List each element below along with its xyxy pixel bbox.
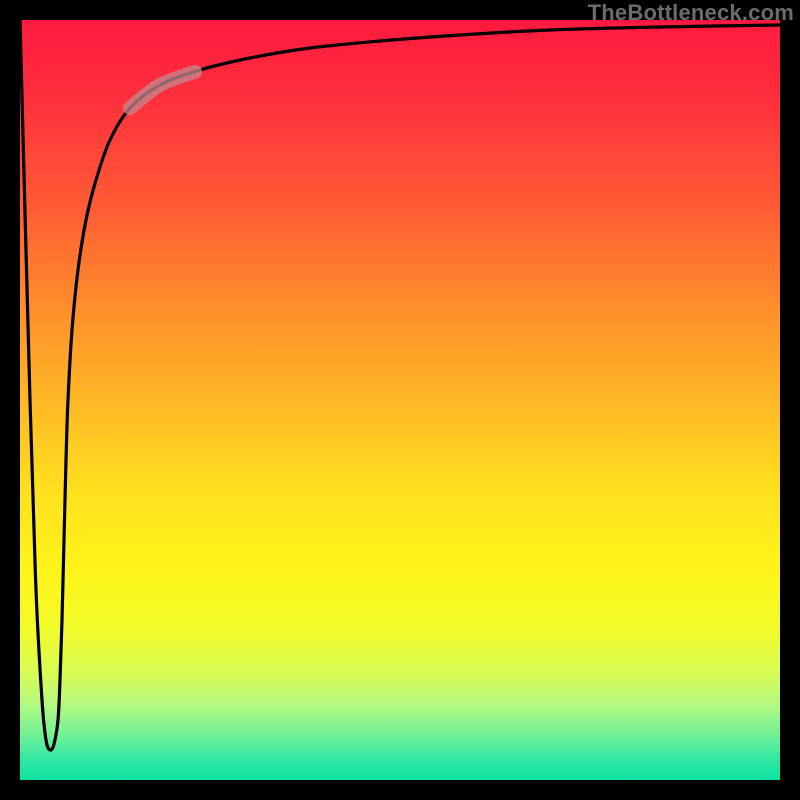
chart-container: TheBottleneck.com [0,0,800,800]
bottleneck-curve [20,20,780,750]
watermark-label: TheBottleneck.com [588,0,794,26]
chart-plot-area [20,20,780,780]
curve-highlight-segment [130,72,195,108]
